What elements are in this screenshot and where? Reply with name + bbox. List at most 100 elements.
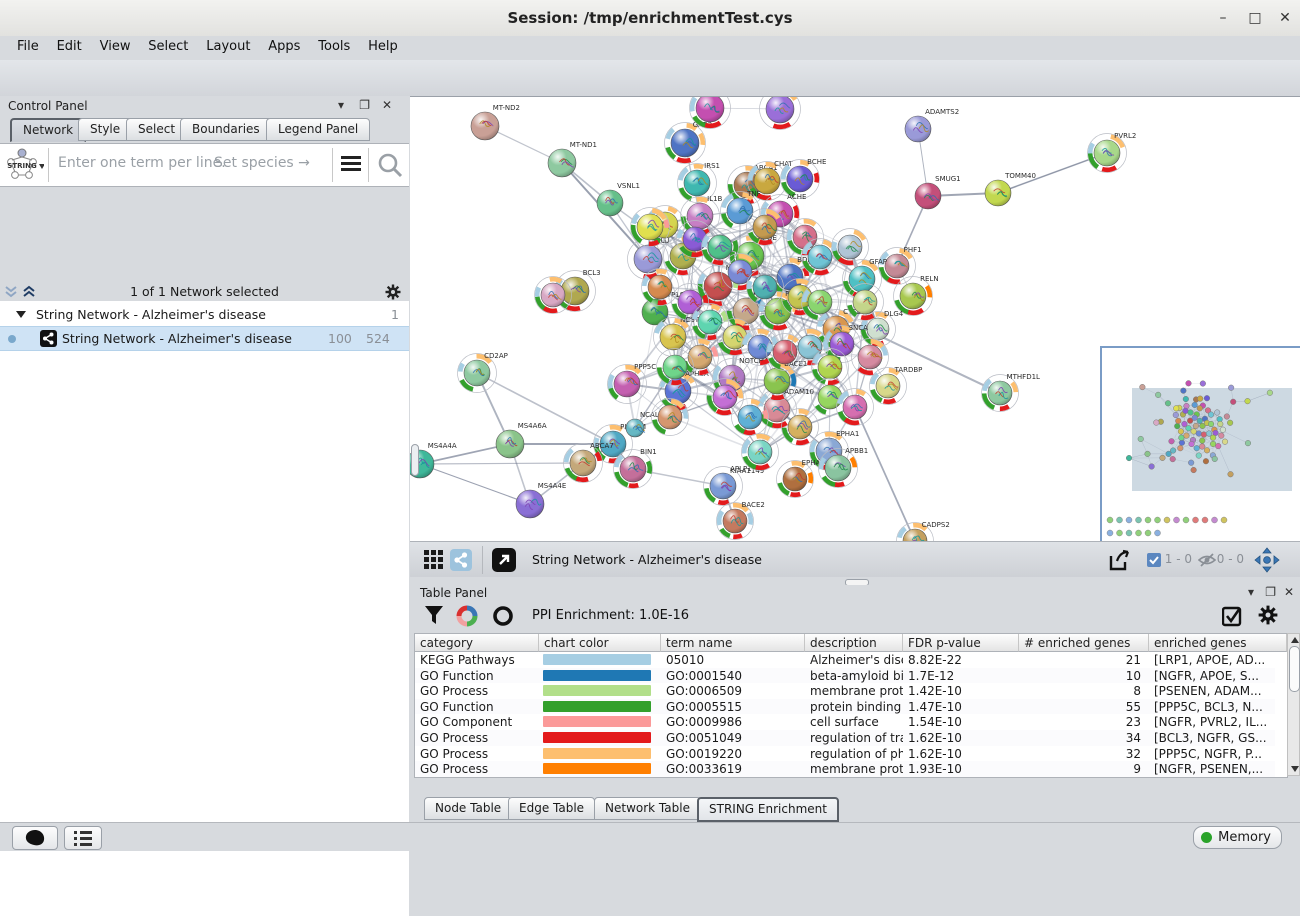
network-edge[interactable]	[477, 373, 613, 444]
network-node[interactable]	[760, 97, 801, 130]
scroll-up-icon[interactable]	[1291, 637, 1299, 643]
tab-style[interactable]: Style	[78, 118, 132, 141]
selected-checkbox-icon[interactable]	[1147, 553, 1162, 568]
network-node-MS4A4E[interactable]: MS4A4E	[516, 482, 566, 518]
set-species-hint[interactable]: Set species →	[214, 155, 310, 171]
panel-float-icon[interactable]: ❐	[359, 98, 370, 112]
network-node-MTHFD1L[interactable]: MTHFD1L	[982, 373, 1041, 412]
network-edge[interactable]	[420, 464, 530, 504]
grid-view-icon[interactable]	[424, 550, 444, 570]
menu-select[interactable]: Select	[141, 36, 195, 54]
network-node[interactable]	[832, 229, 869, 266]
tab-network-table[interactable]: Network Table	[594, 797, 701, 820]
node-label: MS4A4A	[428, 442, 457, 450]
table-panel-collapse-icon[interactable]: ▾	[1248, 585, 1254, 599]
scroll-down-icon[interactable]	[1291, 766, 1299, 772]
column-header-chart-color[interactable]: chart color	[539, 634, 661, 652]
memory-button[interactable]: Memory	[1193, 826, 1282, 849]
column-header-enriched-genes[interactable]: enriched genes	[1149, 634, 1287, 652]
birds-eye-view[interactable]	[1100, 346, 1300, 547]
column-header-category[interactable]: category	[415, 634, 539, 652]
table-settings-gear-icon[interactable]	[1258, 605, 1278, 625]
menu-view[interactable]: View	[93, 36, 138, 54]
network-node[interactable]	[837, 389, 874, 426]
select-rows-icon[interactable]	[1222, 605, 1244, 627]
task-list-button[interactable]	[64, 826, 102, 850]
node-label: APBB1	[845, 447, 868, 455]
table-panel-close-icon[interactable]: ✕	[1284, 585, 1294, 599]
table-vertical-scrollbar[interactable]	[1287, 633, 1300, 776]
cell-category: GO Function	[415, 668, 539, 684]
string-options-icon[interactable]	[341, 156, 361, 171]
panel-splitter-handle[interactable]	[411, 444, 419, 476]
column-header-term-name[interactable]: term name	[661, 634, 805, 652]
network-node-BACE2[interactable]: BACE2	[717, 501, 765, 540]
collapse-all-icon[interactable]	[22, 285, 38, 298]
string-query-input[interactable]: Enter one term per line.	[58, 155, 226, 171]
network-row-selected[interactable]: String Network - Alzheimer's disease 100…	[0, 326, 409, 351]
network-node-PVRL2[interactable]: PVRL2	[1088, 132, 1137, 173]
network-node-MS4A6A[interactable]: MS4A6A	[496, 422, 547, 458]
network-node-EPHA5[interactable]: EPHA5	[777, 459, 825, 498]
network-overview-button[interactable]	[12, 826, 58, 850]
tab-select[interactable]: Select	[126, 118, 187, 141]
column-header-FDR-p-value[interactable]: FDR p-value	[903, 634, 1019, 652]
string-search-icon[interactable]	[377, 152, 403, 178]
share-view-icon[interactable]	[450, 549, 472, 571]
ring-chart-icon[interactable]	[492, 605, 514, 627]
table-panel-float-icon[interactable]: ❐	[1265, 585, 1276, 599]
tab-network[interactable]: Network	[10, 118, 86, 142]
chart-donut-icon[interactable]	[456, 605, 478, 627]
network-node-PPP5C[interactable]: PPP5C	[608, 363, 657, 404]
cell-term-name: GO:0051049	[661, 730, 805, 746]
menu-file[interactable]: File	[10, 36, 46, 54]
network-node-VSNL1[interactable]: VSNL1	[597, 182, 640, 216]
chart-color-swatch	[543, 763, 651, 774]
cell-category: GO Component	[415, 714, 539, 730]
panel-close-icon[interactable]: ✕	[382, 98, 392, 112]
tab-legend-panel[interactable]: Legend Panel	[266, 118, 370, 141]
network-node[interactable]	[782, 409, 819, 446]
network-node-BIN1[interactable]: BIN1	[614, 448, 657, 489]
network-edge[interactable]	[420, 463, 583, 464]
network-collection-row[interactable]: String Network - Alzheimer's disease 1	[0, 303, 409, 326]
navigator-node	[1170, 456, 1176, 462]
network-node-CADPS2[interactable]: CADPS2	[897, 521, 950, 542]
network-edge[interactable]	[855, 407, 915, 541]
tree-expand-icon[interactable]	[16, 311, 28, 319]
menu-tools[interactable]: Tools	[311, 36, 357, 54]
network-node-MT-ND1[interactable]: MT-ND1	[548, 141, 597, 177]
network-gear-icon[interactable]	[385, 284, 401, 300]
enrichment-table[interactable]: categorychart colorterm namedescriptionF…	[414, 633, 1288, 778]
tab-boundaries[interactable]: Boundaries	[180, 118, 272, 141]
close-button[interactable]: ✕	[1270, 0, 1300, 36]
minimize-button[interactable]: –	[1208, 0, 1238, 36]
menu-apps[interactable]: Apps	[261, 36, 307, 54]
open-in-window-icon[interactable]	[492, 548, 516, 572]
network-node-ADAMTS2[interactable]: ADAMTS2	[905, 108, 959, 142]
hidden-eye-icon[interactable]	[1198, 552, 1216, 568]
network-node-MT-ND2[interactable]: MT-ND2	[471, 104, 520, 140]
tab-edge-table[interactable]: Edge Table	[508, 797, 595, 820]
panel-collapse-icon[interactable]: ▾	[338, 98, 344, 112]
maximize-button[interactable]: □	[1240, 0, 1270, 36]
tab-string-enrichment[interactable]: STRING Enrichment	[697, 797, 839, 822]
string-logo-icon[interactable]: STRING	[4, 147, 44, 183]
network-node[interactable]	[742, 434, 779, 471]
network-node-TARDBP[interactable]: TARDBP	[870, 366, 923, 405]
menu-help[interactable]: Help	[361, 36, 405, 54]
column-header--enriched-genes[interactable]: # enriched genes	[1019, 634, 1149, 652]
export-network-icon[interactable]	[1108, 548, 1132, 572]
scrollbar-thumb[interactable]	[1289, 646, 1300, 692]
menu-layout[interactable]: Layout	[199, 36, 257, 54]
network-node-SMUG1[interactable]: SMUG1	[915, 175, 961, 209]
navigator-toggle-icon[interactable]	[1254, 547, 1280, 573]
tab-node-table[interactable]: Node Table	[424, 797, 512, 820]
expand-all-icon[interactable]	[4, 285, 20, 298]
filter-icon[interactable]	[424, 605, 444, 627]
birds-eye-graph[interactable]	[1102, 348, 1297, 541]
column-header-description[interactable]: description	[805, 634, 903, 652]
menu-edit[interactable]: Edit	[50, 36, 89, 54]
network-node-APBB1[interactable]: APBB1	[819, 447, 869, 488]
network-node-TOMM40[interactable]: TOMM40	[985, 172, 1036, 206]
